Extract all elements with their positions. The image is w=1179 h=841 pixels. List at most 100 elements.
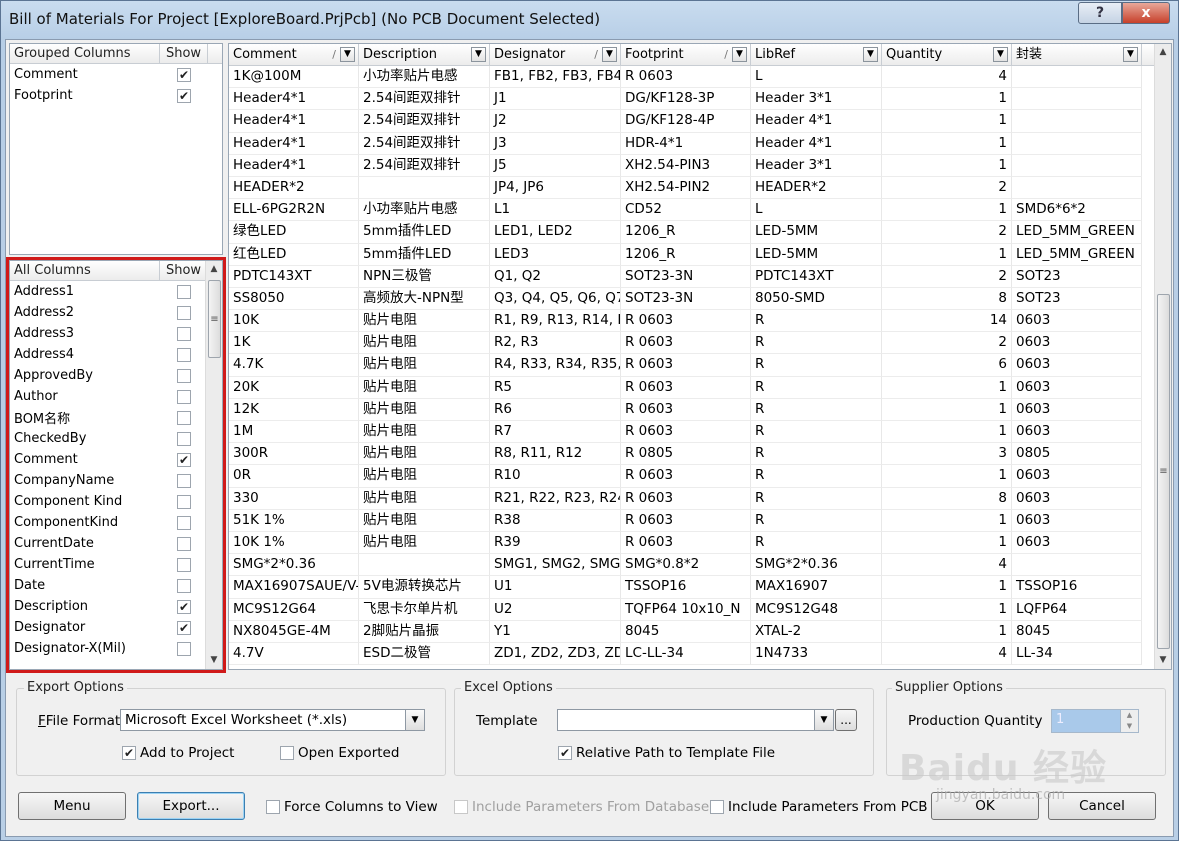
column-header[interactable]: Quantity ▼ — [882, 44, 1012, 65]
allcols-row[interactable]: Address4 — [10, 344, 222, 365]
table-row[interactable]: 绿色LED 5mm插件LED LED1, LED2 1206_R LED-5MM 2 LED… — [229, 221, 1171, 244]
unchecked-box-icon[interactable] — [177, 431, 191, 446]
template-browse-button[interactable]: ... — [835, 709, 857, 731]
unchecked-box-icon[interactable] — [177, 536, 191, 551]
allcols-row[interactable]: Designator-X(Mil) — [10, 638, 222, 659]
open-exported-checkbox[interactable]: Open Exported — [280, 745, 399, 761]
grid-scroll-up-icon[interactable]: ▲ — [1155, 44, 1171, 61]
column-header[interactable]: 封装 ▼ — [1012, 44, 1142, 65]
grouped-show-header-label[interactable]: Show — [160, 44, 208, 63]
unchecked-box-icon[interactable] — [177, 305, 191, 320]
filter-dropdown-icon[interactable]: ▼ — [602, 47, 617, 62]
table-row[interactable]: 1M 贴片电阻 R7 R 0603 R 1 0603 — [229, 421, 1171, 444]
grouped-row[interactable]: Comment ✔ — [10, 64, 222, 85]
column-header[interactable]: Footprint / ▼ — [621, 44, 751, 65]
table-row[interactable]: 0R 贴片电阻 R10 R 0603 R 1 0603 — [229, 465, 1171, 488]
table-row[interactable]: Header4*1 2.54间距双排针 J2 DG/KF128-4P Header 4*… — [229, 110, 1171, 133]
table-row[interactable]: 红色LED 5mm插件LED LED3 1206_R LED-5MM 1 LED_5MM_G… — [229, 243, 1171, 266]
production-quantity-stepper[interactable]: 1 ▲ ▼ — [1051, 709, 1139, 733]
table-row[interactable]: Header4*1 2.54间距双排针 J5 XH2.54-PIN3 Header 3*… — [229, 154, 1171, 177]
force-columns-checkbox[interactable]: Force Columns to View — [266, 799, 438, 815]
table-row[interactable]: 20K 贴片电阻 R5 R 0603 R 1 0603 — [229, 376, 1171, 399]
table-row[interactable]: Header4*1 2.54间距双排针 J1 DG/KF128-3P Header 3*… — [229, 88, 1171, 111]
table-row[interactable]: 4.7K 贴片电阻 R4, R33, R34, R35, R 0603 R 6 0603 — [229, 354, 1171, 377]
table-row[interactable]: SS8050 高频放大-NPN型 Q3, Q4, Q5, Q6, Q7, SOT23-… — [229, 287, 1171, 311]
unchecked-box-icon[interactable] — [177, 494, 191, 509]
include-pcb-checkbox[interactable]: Include Parameters From PCB — [710, 799, 928, 815]
grouped-columns-header-label[interactable]: Grouped Columns — [10, 44, 160, 63]
allcols-row[interactable]: Author — [10, 386, 222, 407]
allcols-row[interactable]: Comment ✔ — [10, 449, 222, 470]
all-show-header-label[interactable]: Show — [160, 261, 208, 280]
template-select[interactable]: ▼ — [557, 709, 834, 731]
all-columns-scrollbar[interactable]: ▲ ≡ ▼ — [205, 261, 222, 669]
table-row[interactable]: 10K 1% 贴片电阻 R39 R 0603 R 1 0603 — [229, 531, 1171, 555]
grid-scroll-down-icon[interactable]: ▼ — [1155, 652, 1171, 669]
allcols-row[interactable]: BOM名称 — [10, 407, 222, 428]
check-icon[interactable]: ✔ — [177, 67, 191, 82]
unchecked-box-icon[interactable] — [177, 578, 191, 593]
include-db-checkbox[interactable]: Include Parameters From Database — [454, 799, 709, 815]
close-button[interactable]: x — [1122, 2, 1170, 24]
include-pcb-box-icon[interactable] — [710, 800, 724, 814]
relative-path-check-icon[interactable]: ✔ — [558, 746, 572, 760]
column-header[interactable]: LibRef ▼ — [751, 44, 882, 65]
scroll-up-icon[interactable]: ▲ — [206, 261, 222, 278]
unchecked-box-icon[interactable] — [177, 389, 191, 404]
table-row[interactable]: 1K 贴片电阻 R2, R3 R 0603 R 2 0603 — [229, 332, 1171, 355]
chevron-down-icon[interactable]: ▼ — [405, 710, 424, 730]
table-row[interactable]: SMG*2*0.36 SMG1, SMG2, SMG SMG*0.8*2 SMG*2*… — [229, 554, 1171, 577]
table-row[interactable]: MC9S12G64 飞思卡尔单片机 U2 TQFP64 10x10_N MC9S12G4… — [229, 598, 1171, 621]
unchecked-box-icon[interactable] — [177, 347, 191, 362]
scroll-thumb[interactable]: ≡ — [208, 280, 221, 358]
allcols-row[interactable]: Designator ✔ — [10, 617, 222, 638]
unchecked-box-icon[interactable] — [177, 557, 191, 572]
unchecked-box-icon[interactable] — [177, 473, 191, 488]
allcols-row[interactable]: Date — [10, 575, 222, 596]
allcols-row[interactable]: CheckedBy — [10, 428, 222, 449]
filter-dropdown-icon[interactable]: ▼ — [471, 47, 486, 62]
filter-dropdown-icon[interactable]: ▼ — [863, 47, 878, 62]
allcols-row[interactable]: Address2 — [10, 302, 222, 323]
table-row[interactable]: 330 贴片电阻 R21, R22, R23, R24 R 0603 R 8 0603 — [229, 487, 1171, 510]
table-row[interactable]: HEADER*2 JP4, JP6 XH2.54-PIN2 HEADER*2 2 — [229, 176, 1171, 200]
allcols-row[interactable]: CurrentTime — [10, 554, 222, 575]
table-row[interactable]: NX8045GE-4M 2脚贴片晶振 Y1 8045 XTAL-2 1 8045 — [229, 620, 1171, 643]
help-button[interactable]: ? — [1078, 2, 1122, 24]
allcols-row[interactable]: ComponentKind — [10, 512, 222, 533]
grouped-row[interactable]: Footprint ✔ — [10, 85, 222, 106]
all-columns-header-label[interactable]: All Columns — [10, 261, 160, 280]
unchecked-box-icon[interactable] — [280, 746, 294, 760]
allcols-row[interactable]: Description ✔ — [10, 596, 222, 617]
check-icon[interactable]: ✔ — [122, 746, 136, 760]
grid-scroll-thumb[interactable]: ≡ — [1157, 294, 1170, 649]
spin-arrows-icon[interactable]: ▲ ▼ — [1120, 710, 1138, 732]
column-header[interactable]: Designator / ▼ — [490, 44, 621, 65]
table-row[interactable]: 51K 1% 贴片电阻 R38 R 0603 R 1 0603 — [229, 509, 1171, 532]
allcols-row[interactable]: Component Kind — [10, 491, 222, 512]
scroll-down-icon[interactable]: ▼ — [206, 652, 222, 669]
relative-path-checkbox[interactable]: ✔ Relative Path to Template File — [558, 745, 775, 761]
column-header[interactable]: Description ▼ — [359, 44, 490, 65]
allcols-row[interactable]: CompanyName — [10, 470, 222, 491]
filter-dropdown-icon[interactable]: ▼ — [732, 47, 747, 62]
unchecked-box-icon[interactable] — [177, 326, 191, 341]
allcols-row[interactable]: ApprovedBy — [10, 365, 222, 386]
unchecked-box-icon[interactable] — [177, 410, 191, 425]
include-db-box-icon[interactable] — [454, 800, 468, 814]
unchecked-box-icon[interactable] — [177, 368, 191, 383]
unchecked-box-icon[interactable] — [177, 515, 191, 530]
allcols-row[interactable]: CurrentDate — [10, 533, 222, 554]
export-button[interactable]: Export... — [137, 792, 245, 820]
file-format-select[interactable]: Microsoft Excel Worksheet (*.xls) ▼ — [120, 709, 425, 731]
filter-dropdown-icon[interactable]: ▼ — [340, 47, 355, 62]
menu-button[interactable]: Menu — [18, 792, 126, 820]
table-row[interactable]: 4.7V ESD二极管 ZD1, ZD2, ZD3, ZD LC-LL-34 1N473… — [229, 642, 1171, 666]
template-chevron-down-icon[interactable]: ▼ — [814, 710, 833, 730]
force-columns-box-icon[interactable] — [266, 800, 280, 814]
allcols-row[interactable]: Address1 — [10, 281, 222, 302]
table-row[interactable]: 1K@100M 小功率贴片电感 FB1, FB2, FB3, FB4 R 0603 L 4 — [229, 66, 1171, 89]
check-icon[interactable]: ✔ — [177, 88, 191, 103]
grid-scrollbar[interactable]: ▲ ≡ ▼ — [1154, 44, 1171, 669]
check-icon[interactable]: ✔ — [177, 620, 191, 635]
